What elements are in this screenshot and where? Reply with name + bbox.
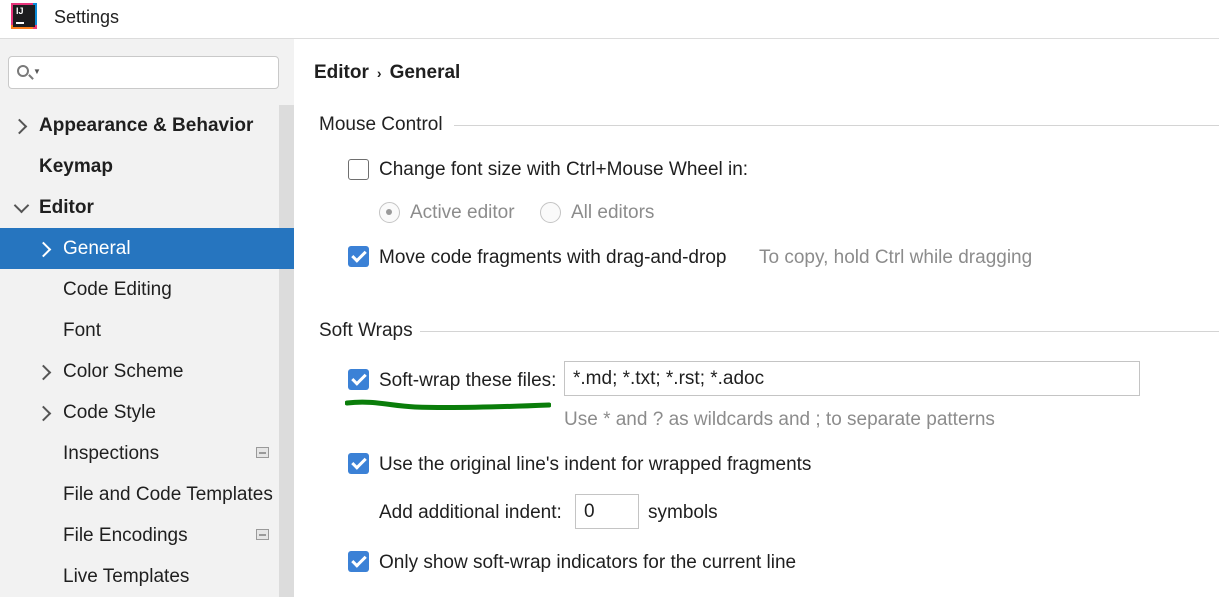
soft-wrap-files-checkbox[interactable] <box>348 369 369 390</box>
additional-indent-input[interactable]: 0 <box>575 494 639 529</box>
breadcrumb-parent[interactable]: Editor <box>314 62 369 83</box>
chevron-right-icon[interactable] <box>35 241 52 258</box>
window-title: Settings <box>54 7 120 27</box>
sidebar-item-general[interactable]: General <box>0 228 294 269</box>
sidebar-item-file-code-templates[interactable]: File and Code Templates <box>0 474 279 515</box>
sidebar-item-label: General <box>63 238 131 259</box>
green-underline-annotation <box>345 399 551 411</box>
sidebar-scrollbar[interactable] <box>279 105 294 597</box>
sidebar-item-label: File Encodings <box>63 525 188 546</box>
search-input[interactable]: ▼ <box>8 56 279 89</box>
chevron-right-icon[interactable] <box>11 118 28 135</box>
soft-wrap-files-input[interactable]: *.md; *.txt; *.rst; *.adoc <box>564 361 1140 396</box>
section-title-soft-wraps: Soft Wraps <box>319 320 413 341</box>
title-bar: IJ Settings <box>0 0 1219 39</box>
chevron-down-icon[interactable] <box>13 197 30 214</box>
all-editors-label[interactable]: All editors <box>571 202 654 224</box>
sidebar-item-editor[interactable]: Editor <box>0 187 279 228</box>
active-editor-label[interactable]: Active editor <box>410 202 515 224</box>
sidebar-item-label: Editor <box>39 197 94 218</box>
sidebar-item-label: Keymap <box>39 156 113 177</box>
breadcrumb-separator-icon: › <box>376 65 382 81</box>
symbols-label: symbols <box>648 502 718 523</box>
original-indent-checkbox[interactable] <box>348 453 369 474</box>
active-editor-radio[interactable] <box>379 202 400 223</box>
all-editors-radio[interactable] <box>540 202 561 223</box>
sidebar-item-font[interactable]: Font <box>0 310 279 351</box>
drag-drop-label[interactable]: Move code fragments with drag-and-drop <box>379 247 726 269</box>
sidebar-item-color-scheme[interactable]: Color Scheme <box>0 351 279 392</box>
section-title-mouse-control: Mouse Control <box>319 114 443 135</box>
settings-sidebar: ▼ Appearance & Behavior Keymap Editor Ge… <box>0 39 294 597</box>
indicators-label[interactable]: Only show soft-wrap indicators for the c… <box>379 552 796 574</box>
sidebar-item-code-style[interactable]: Code Style <box>0 392 279 433</box>
sidebar-item-inspections[interactable]: Inspections <box>0 433 279 474</box>
drag-drop-checkbox[interactable] <box>348 246 369 267</box>
chevron-right-icon[interactable] <box>35 364 52 381</box>
drag-drop-hint: To copy, hold Ctrl while dragging <box>759 247 1033 268</box>
search-icon <box>17 65 29 77</box>
project-settings-icon <box>256 447 269 458</box>
font-size-checkbox[interactable] <box>348 159 369 180</box>
chevron-down-icon: ▼ <box>33 67 41 76</box>
sidebar-item-label: Code Editing <box>63 279 172 300</box>
sidebar-item-appearance-behavior[interactable]: Appearance & Behavior <box>0 105 279 146</box>
sidebar-item-label: Code Style <box>63 402 156 423</box>
intellij-logo-icon: IJ <box>13 5 35 27</box>
sidebar-item-live-templates[interactable]: Live Templates <box>0 556 279 597</box>
soft-wrap-files-hint: Use * and ? as wildcards and ; to separa… <box>564 409 995 430</box>
sidebar-item-label: File and Code Templates <box>63 484 273 505</box>
sidebar-item-label: Font <box>63 320 102 341</box>
breadcrumb-current: General <box>389 62 461 83</box>
sidebar-item-label: Inspections <box>63 443 160 464</box>
sidebar-item-label: Live Templates <box>63 566 190 587</box>
sidebar-item-label: Color Scheme <box>63 361 184 382</box>
breadcrumb: Editor › General <box>314 62 460 84</box>
section-divider <box>420 331 1219 332</box>
original-indent-label[interactable]: Use the original line's indent for wrapp… <box>379 454 811 476</box>
chevron-right-icon[interactable] <box>35 405 52 422</box>
section-divider <box>454 125 1219 126</box>
font-size-label[interactable]: Change font size with Ctrl+Mouse Wheel i… <box>379 159 748 181</box>
soft-wrap-files-label[interactable]: Soft-wrap these files: <box>379 370 556 392</box>
indicators-checkbox[interactable] <box>348 551 369 572</box>
sidebar-item-code-editing[interactable]: Code Editing <box>0 269 279 310</box>
sidebar-item-label: Appearance & Behavior <box>39 115 254 136</box>
sidebar-item-file-encodings[interactable]: File Encodings <box>0 515 279 556</box>
sidebar-item-keymap[interactable]: Keymap <box>0 146 279 187</box>
project-settings-icon <box>256 529 269 540</box>
additional-indent-label: Add additional indent: <box>379 502 562 523</box>
